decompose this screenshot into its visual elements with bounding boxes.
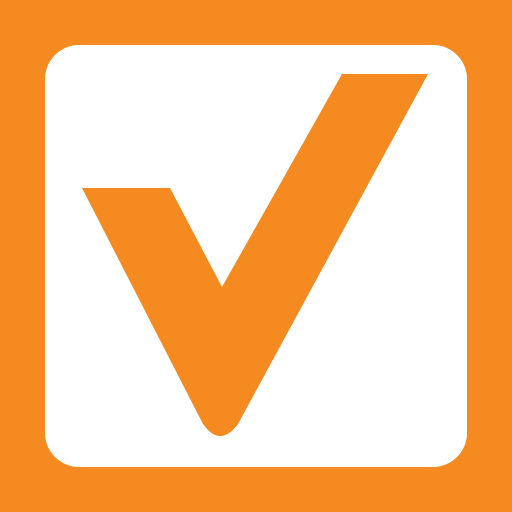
checkmark-app-icon [0,0,512,512]
checkmark-shape [82,74,428,436]
checkmark-icon [82,74,428,436]
